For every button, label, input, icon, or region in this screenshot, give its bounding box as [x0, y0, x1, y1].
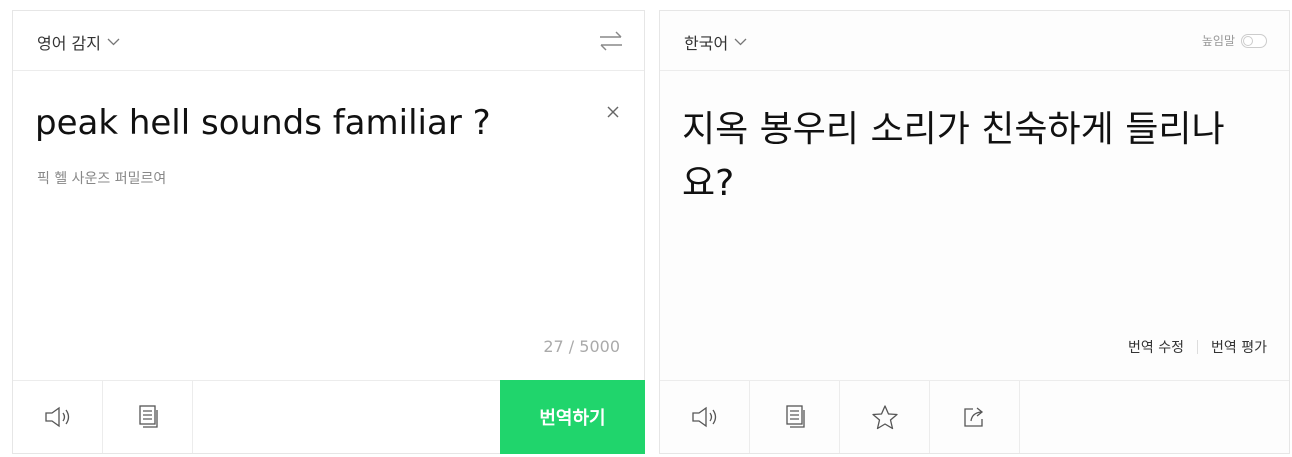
share-button[interactable] — [930, 381, 1020, 453]
target-header: 한국어 높임말 — [660, 11, 1289, 71]
source-copy-button[interactable] — [103, 381, 193, 453]
favorite-button[interactable] — [840, 381, 930, 453]
source-pronunciation: 픽 헬 사운즈 퍼밀르여 — [37, 171, 167, 187]
source-language-label: 영어 감지 — [37, 34, 101, 53]
chevron-down-icon — [107, 38, 120, 46]
toggle-knob — [1243, 35, 1253, 46]
divider — [1197, 340, 1199, 354]
target-listen-button[interactable] — [660, 381, 750, 453]
copy-icon — [783, 404, 807, 430]
source-language-select[interactable]: 영어 감지 — [37, 29, 120, 55]
target-language-label: 한국어 — [684, 34, 729, 53]
swap-icon[interactable] — [598, 29, 624, 53]
target-copy-button[interactable] — [750, 381, 840, 453]
source-panel: 영어 감지 peak hell sounds familiar ? 픽 헬 사운… — [12, 10, 645, 454]
toggle-switch[interactable] — [1241, 33, 1267, 48]
share-icon — [961, 404, 989, 430]
honorific-toggle[interactable]: 높임말 — [1202, 32, 1267, 49]
speaker-icon — [43, 405, 73, 429]
speaker-icon — [690, 405, 720, 429]
target-language-select[interactable]: 한국어 — [684, 29, 747, 55]
star-icon — [871, 404, 899, 430]
source-header: 영어 감지 — [13, 11, 644, 71]
chevron-down-icon — [734, 38, 747, 46]
target-toolbar — [660, 380, 1289, 453]
copy-icon — [136, 404, 160, 430]
character-count: 27 / 5000 — [543, 337, 620, 356]
source-listen-button[interactable] — [13, 381, 103, 453]
source-text-input[interactable]: peak hell sounds familiar ? — [35, 103, 491, 143]
edit-translation-link[interactable]: 번역 수정 — [1128, 337, 1184, 357]
close-icon[interactable] — [604, 103, 622, 121]
translate-button[interactable]: 번역하기 — [500, 380, 645, 454]
translation-output: 지옥 봉우리 소리가 친숙하게 들리나요? — [682, 109, 1225, 204]
rate-translation-link[interactable]: 번역 평가 — [1211, 337, 1267, 357]
translation-feedback: 번역 수정 번역 평가 — [1128, 337, 1267, 357]
target-panel: 한국어 높임말 지옥 봉우리 소리가 친숙하게 들리나요? 번역 수정 번역 평… — [659, 10, 1290, 454]
honorific-label: 높임말 — [1201, 34, 1235, 48]
